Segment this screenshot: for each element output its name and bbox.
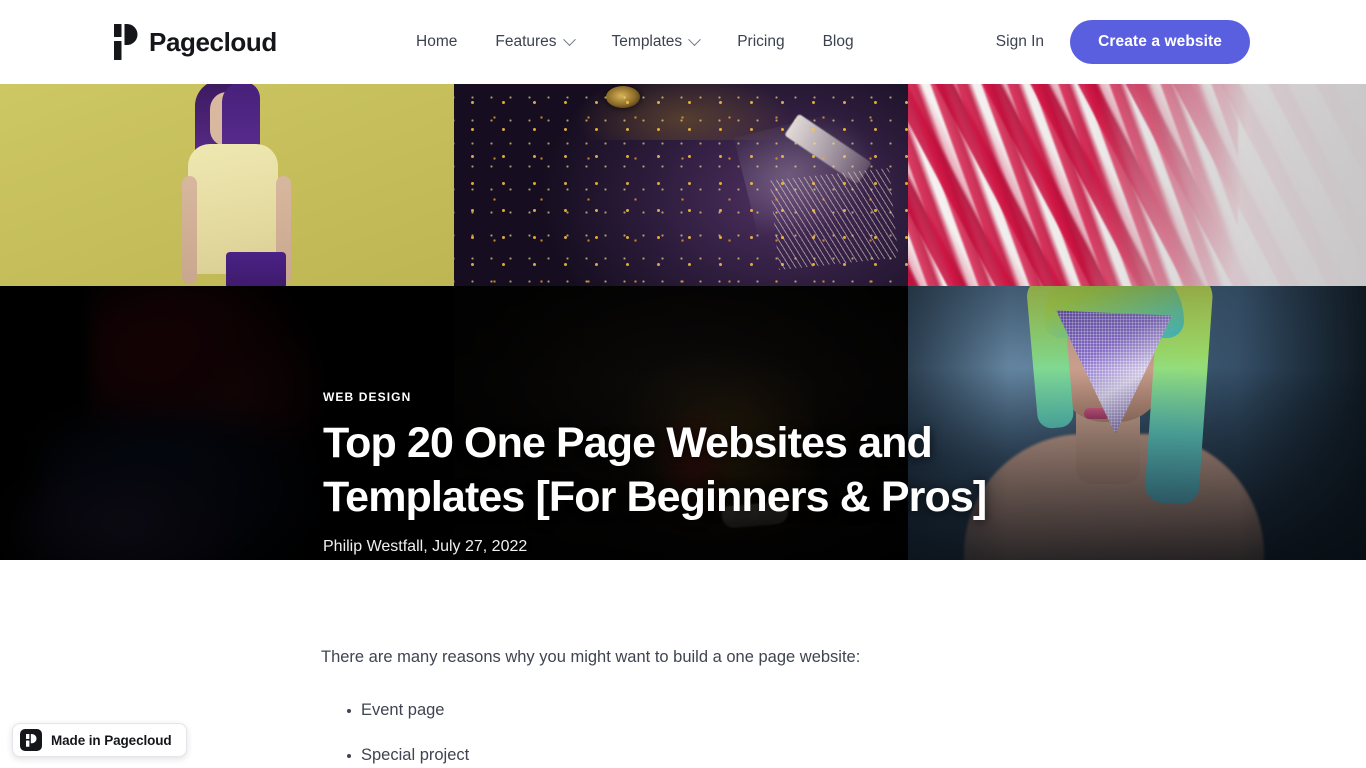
hero-tile-yellow-fashion-photo xyxy=(0,84,454,286)
nav-item-blog[interactable]: Blog xyxy=(804,34,873,50)
nav-item-templates[interactable]: Templates xyxy=(593,32,719,51)
site-header: Pagecloud Home Features Templates Pricin… xyxy=(0,0,1366,84)
article-title: Top 20 One Page Websites and Templates [… xyxy=(323,419,987,521)
nav-item-home[interactable]: Home xyxy=(416,34,476,50)
nav-item-pricing[interactable]: Pricing xyxy=(718,34,803,50)
hero-tile-crimson-paint-strokes-photo xyxy=(908,84,1366,286)
hero-banner: WEB DESIGN Top 20 One Page Websites and … xyxy=(0,84,1366,560)
article-intro-paragraph: There are many reasons why you might wan… xyxy=(321,648,861,666)
made-in-pagecloud-label: Made in Pagecloud xyxy=(51,732,172,748)
primary-navigation: Home Features Templates Pricing Blog xyxy=(416,0,873,84)
article-content-column: There are many reasons why you might wan… xyxy=(321,644,1051,768)
nav-label: Features xyxy=(495,33,557,51)
chevron-down-icon xyxy=(688,32,702,46)
sign-in-link[interactable]: Sign In xyxy=(996,33,1044,51)
nav-label: Templates xyxy=(611,33,683,51)
chevron-down-icon xyxy=(562,32,576,46)
made-in-pagecloud-badge[interactable]: Made in Pagecloud xyxy=(12,723,187,757)
hero-tile-purple-gold-glitter-face-photo xyxy=(454,84,908,286)
nav-item-features[interactable]: Features xyxy=(476,32,592,51)
nav-label: Home xyxy=(416,33,458,51)
pagecloud-logo-icon xyxy=(114,24,138,60)
header-actions: Sign In Create a website xyxy=(996,0,1250,84)
decor-shape xyxy=(908,84,1366,286)
hero-content: WEB DESIGN Top 20 One Page Websites and … xyxy=(323,390,1053,556)
create-a-website-button[interactable]: Create a website xyxy=(1070,20,1250,64)
article-byline: Philip Westfall, July 27, 2022 xyxy=(323,538,528,555)
decor-shape xyxy=(182,176,197,284)
pagecloud-logo-icon xyxy=(20,729,42,751)
article-category-label: WEB DESIGN xyxy=(323,390,412,404)
article-body: There are many reasons why you might wan… xyxy=(0,560,1366,768)
decor-shape xyxy=(226,252,286,286)
brand-logo-link[interactable]: Pagecloud xyxy=(114,24,277,60)
nav-label: Blog xyxy=(822,33,854,51)
article-bullet-list: Event page Special project xyxy=(321,698,1051,768)
list-item: Event page xyxy=(321,698,1051,724)
brand-name: Pagecloud xyxy=(149,27,277,57)
nav-label: Pricing xyxy=(737,33,785,51)
decor-shape xyxy=(454,84,908,286)
list-item: Special project xyxy=(321,743,1051,768)
